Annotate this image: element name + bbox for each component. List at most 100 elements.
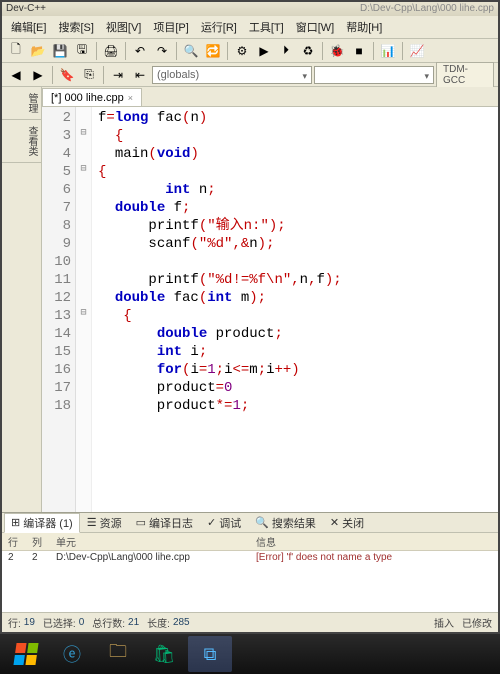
run-button[interactable]: ▶ xyxy=(254,41,274,61)
rebuild-button[interactable]: ♻ xyxy=(298,41,318,61)
compile-button[interactable]: ⚙ xyxy=(232,41,252,61)
fold-marker xyxy=(76,143,91,161)
outdent-button[interactable]: ⇤ xyxy=(130,65,150,85)
goto-bookmark-button[interactable]: ⎘ xyxy=(79,65,99,85)
output-tab[interactable]: ⊞编译器 (1) xyxy=(4,513,80,533)
menu-item[interactable]: 项目[P] xyxy=(148,18,193,36)
close-tab-icon[interactable]: × xyxy=(128,93,133,103)
output-tab[interactable]: ▭编译日志 xyxy=(129,513,200,533)
replace-button[interactable]: 🔁 xyxy=(203,41,223,61)
start-button[interactable] xyxy=(4,636,48,672)
line-number: 5 xyxy=(42,163,71,181)
output-body[interactable]: 2 2 D:\Dev-Cpp\Lang\000 lihe.cpp [Error]… xyxy=(2,551,498,612)
sidebar-tab-classes[interactable]: 查看类 xyxy=(2,120,41,163)
tab-label: 编译日志 xyxy=(149,515,193,531)
member-combo[interactable] xyxy=(314,66,434,84)
fold-marker[interactable]: ⊟ xyxy=(76,305,91,323)
tab-icon: ▭ xyxy=(136,516,146,529)
menu-item[interactable]: 搜索[S] xyxy=(53,18,98,36)
taskbar-store[interactable]: 🛍 xyxy=(142,636,186,672)
error-row[interactable]: 2 2 D:\Dev-Cpp\Lang\000 lihe.cpp [Error]… xyxy=(2,551,498,564)
open-file-button[interactable]: 📂 xyxy=(28,41,48,61)
save-all-button[interactable]: 🖫 xyxy=(72,41,92,61)
debug-icon: 🐞 xyxy=(330,44,345,58)
menu-item[interactable]: 视图[V] xyxy=(101,18,146,36)
menu-item[interactable]: 编辑[E] xyxy=(6,18,51,36)
code-line[interactable] xyxy=(98,253,342,271)
compile-run-button[interactable]: ⏵ xyxy=(276,41,296,61)
tab-label: 资源 xyxy=(100,515,122,531)
editor-tabs[interactable]: [*] 000 lihe.cpp × xyxy=(42,87,498,107)
output-tabs[interactable]: ⊞编译器 (1)☰资源▭编译日志✓调试🔍搜索结果✕关闭 xyxy=(2,513,498,533)
code-line[interactable]: scanf("%d",&n); xyxy=(98,235,342,253)
toggle-bookmark-button[interactable]: 🔖 xyxy=(57,65,77,85)
file-tab-label: [*] 000 lihe.cpp xyxy=(51,92,124,104)
profile-button[interactable]: 📊 xyxy=(378,41,398,61)
redo-button[interactable]: ↷ xyxy=(152,41,172,61)
code-line[interactable]: double fac(int m); xyxy=(98,289,342,307)
output-tab[interactable]: 🔍搜索结果 xyxy=(248,513,323,533)
fold-marker xyxy=(76,341,91,359)
tab-label: 关闭 xyxy=(342,515,364,531)
compiler-label[interactable]: TDM-GCC xyxy=(436,62,494,88)
code-line[interactable]: double product; xyxy=(98,325,342,343)
code-line[interactable]: printf("%d!=%f\n",n,f); xyxy=(98,271,342,289)
toggle-bookmark-icon: 🔖 xyxy=(60,68,75,82)
code-line[interactable]: { xyxy=(98,127,342,145)
save-button[interactable]: 💾 xyxy=(50,41,70,61)
code-line[interactable]: int i; xyxy=(98,343,342,361)
profile-icon: 📊 xyxy=(381,44,396,58)
menu-item[interactable]: 帮助[H] xyxy=(341,18,387,36)
back-button[interactable]: ◀ xyxy=(6,65,26,85)
code-editor[interactable]: 23456789101112131415161718 ⊟⊟⊟ f=long fa… xyxy=(42,107,498,512)
code-line[interactable]: { xyxy=(98,307,342,325)
main-toolbar[interactable]: 🗋📂💾🖫 🖨 ↶↷ 🔍🔁 ⚙▶⏵♻ 🐞 ■ 📊 📈 xyxy=(2,39,498,63)
code-line[interactable]: product*=1; xyxy=(98,397,342,415)
fold-marker[interactable]: ⊟ xyxy=(76,161,91,179)
devcpp-icon: ⧉ xyxy=(204,644,217,665)
undo-button[interactable]: ↶ xyxy=(130,41,150,61)
hdr-msg: 信息 xyxy=(250,533,498,550)
code-line[interactable]: int n; xyxy=(98,181,342,199)
separator xyxy=(322,42,323,60)
menu-item[interactable]: 窗口[W] xyxy=(291,18,340,36)
output-tab[interactable]: ✕关闭 xyxy=(323,513,371,533)
output-tab[interactable]: ☰资源 xyxy=(80,513,129,533)
find-button[interactable]: 🔍 xyxy=(181,41,201,61)
code-line[interactable]: double f; xyxy=(98,199,342,217)
code-line[interactable]: product=0 xyxy=(98,379,342,397)
code-area[interactable]: f=long fac(n) { main(void){ int n; doubl… xyxy=(92,107,348,512)
taskbar-devcpp[interactable]: ⧉ xyxy=(188,636,232,672)
fold-marker xyxy=(76,215,91,233)
menu-item[interactable]: 运行[R] xyxy=(196,18,242,36)
code-line[interactable]: printf("输入n:"); xyxy=(98,217,342,235)
windows-taskbar[interactable]: ⓔ 🗀 🛍 ⧉ xyxy=(0,634,500,674)
app-title: Dev-C++ xyxy=(6,3,46,14)
fold-gutter[interactable]: ⊟ ⊟ ⊟ xyxy=(76,107,92,512)
menu-bar[interactable]: 编辑[E]搜索[S]视图[V]项目[P]运行[R]工具[T]窗口[W]帮助[H] xyxy=(2,16,498,39)
indent-button[interactable]: ⇥ xyxy=(108,65,128,85)
chart-button[interactable]: 📈 xyxy=(407,41,427,61)
fold-marker[interactable]: ⊟ xyxy=(76,125,91,143)
code-line[interactable]: for(i=1;i<=m;i++) xyxy=(98,361,342,379)
output-tab[interactable]: ✓调试 xyxy=(200,513,248,533)
hdr-col: 列 xyxy=(26,533,50,550)
print-button[interactable]: 🖨 xyxy=(101,41,121,61)
folder-icon: 🗀 xyxy=(109,639,127,669)
debug-button[interactable]: 🐞 xyxy=(327,41,347,61)
status-len-label: 长度: xyxy=(147,615,170,630)
taskbar-explorer[interactable]: 🗀 xyxy=(96,636,140,672)
fwd-button[interactable]: ▶ xyxy=(28,65,48,85)
code-line[interactable]: main(void) xyxy=(98,145,342,163)
code-line[interactable]: f=long fac(n) xyxy=(98,109,342,127)
stop-button[interactable]: ■ xyxy=(349,41,369,61)
sidebar-tab-manage[interactable]: 管理 xyxy=(2,87,41,120)
code-line[interactable]: { xyxy=(98,163,342,181)
new-file-button[interactable]: 🗋 xyxy=(6,41,26,61)
title-path: D:\Dev-Cpp\Lang\000 lihe.cpp xyxy=(360,2,494,16)
secondary-toolbar[interactable]: ◀▶ 🔖 ⎘ ⇥⇤ (globals) TDM-GCC xyxy=(2,63,498,87)
scope-combo[interactable]: (globals) xyxy=(152,66,312,84)
menu-item[interactable]: 工具[T] xyxy=(244,18,289,36)
taskbar-ie[interactable]: ⓔ xyxy=(50,636,94,672)
file-tab[interactable]: [*] 000 lihe.cpp × xyxy=(42,88,142,106)
